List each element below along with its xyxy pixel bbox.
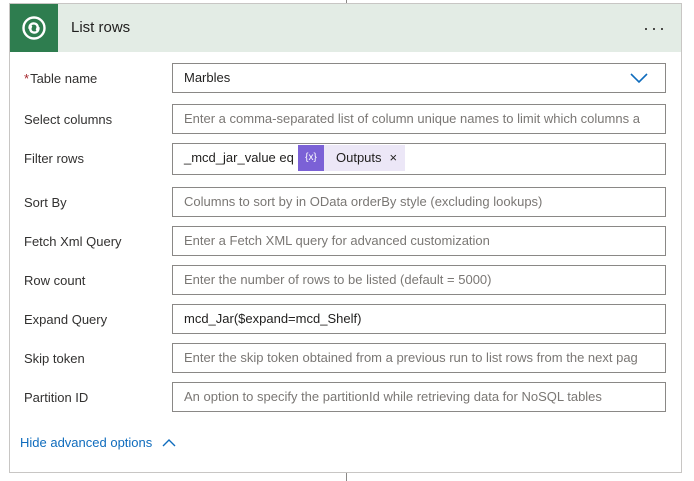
field-row-skip-token: Skip token Enter the skip token obtained…: [10, 343, 681, 375]
more-options-button[interactable]: ···: [641, 16, 669, 40]
token-label: Outputs: [336, 150, 382, 165]
fetch-xml-label: Fetch Xml Query: [24, 234, 122, 249]
field-row-sort-by: Sort By Columns to sort by in OData orde…: [10, 187, 681, 219]
chevron-up-icon: [162, 439, 176, 447]
table-name-dropdown[interactable]: Marbles: [172, 63, 666, 93]
expression-icon: {x}: [298, 145, 324, 171]
select-columns-label: Select columns: [24, 112, 113, 127]
field-row-partition-id: Partition ID An option to specify the pa…: [10, 382, 681, 414]
field-row-filter-rows: Filter rows _mcd_jar_value eq {x} Output…: [10, 143, 681, 175]
dynamic-content-token[interactable]: {x} Outputs ×: [298, 145, 406, 171]
partition-id-label: Partition ID: [24, 390, 89, 405]
partition-id-input[interactable]: An option to specify the partitionId whi…: [172, 382, 666, 412]
sort-by-input[interactable]: Columns to sort by in OData orderBy styl…: [172, 187, 666, 217]
skip-token-label: Skip token: [24, 351, 85, 366]
dataverse-logo-svg: [22, 16, 46, 40]
field-row-row-count: Row count Enter the number of rows to be…: [10, 265, 681, 297]
field-row-expand-query: Expand Query mcd_Jar($expand=mcd_Shelf): [10, 304, 681, 336]
hide-advanced-options-label: Hide advanced options: [20, 435, 153, 450]
sort-by-label: Sort By: [24, 195, 67, 210]
filter-rows-label: Filter rows: [24, 151, 84, 166]
field-row-table-name: *Table name Marbles: [10, 63, 681, 95]
fetch-xml-input[interactable]: Enter a Fetch XML query for advanced cus…: [172, 226, 666, 256]
table-name-label-text: Table name: [30, 71, 98, 86]
flow-canvas: List rows ··· *Table name Marbles Select…: [0, 0, 694, 481]
dataverse-icon: [10, 4, 58, 52]
filter-rows-input[interactable]: _mcd_jar_value eq {x} Outputs ×: [172, 143, 666, 175]
select-columns-input[interactable]: Enter a comma-separated list of column u…: [172, 104, 666, 134]
required-marker: *: [24, 71, 30, 86]
field-row-fetch-xml: Fetch Xml Query Enter a Fetch XML query …: [10, 226, 681, 258]
row-count-label: Row count: [24, 273, 86, 288]
expand-query-label: Expand Query: [24, 312, 108, 327]
field-row-select-columns: Select columns Enter a comma-separated l…: [10, 104, 681, 136]
table-name-label: *Table name: [24, 70, 97, 88]
hide-advanced-options-link[interactable]: Hide advanced options: [20, 434, 176, 452]
expand-query-input[interactable]: mcd_Jar($expand=mcd_Shelf): [172, 304, 666, 334]
card-title: List rows: [71, 19, 131, 36]
row-count-input[interactable]: Enter the number of rows to be listed (d…: [172, 265, 666, 295]
card-header[interactable]: List rows ···: [10, 4, 681, 52]
token-remove-button[interactable]: ×: [388, 145, 406, 171]
filter-rows-text: _mcd_jar_value eq: [184, 150, 294, 165]
list-rows-action-card: List rows ··· *Table name Marbles Select…: [9, 3, 682, 473]
chevron-down-icon[interactable]: [629, 71, 649, 85]
table-name-value: Marbles: [184, 70, 231, 85]
skip-token-input[interactable]: Enter the skip token obtained from a pre…: [172, 343, 666, 373]
